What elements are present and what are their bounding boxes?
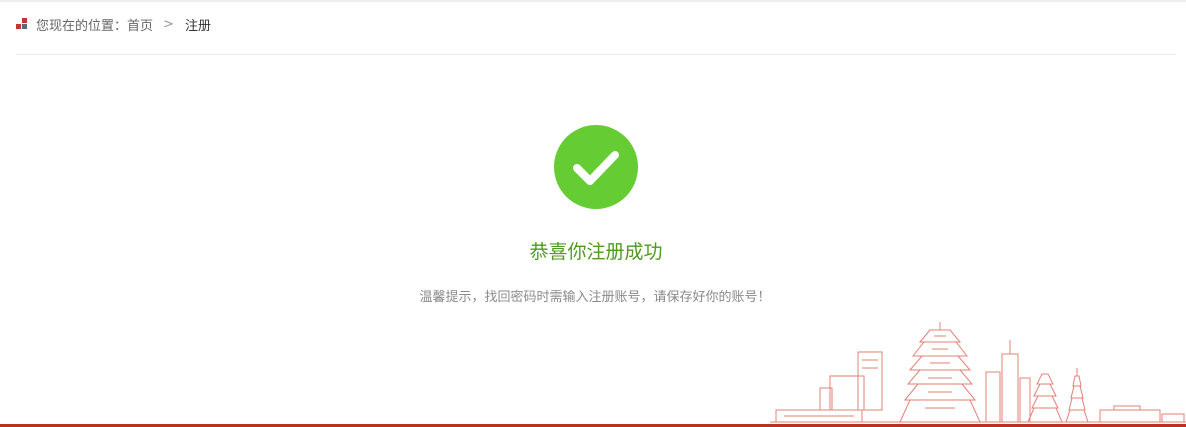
city-skyline-illustration bbox=[770, 322, 1186, 423]
check-circle-icon bbox=[554, 125, 638, 209]
location-icon bbox=[16, 18, 27, 29]
breadcrumb-current: 注册 bbox=[184, 18, 211, 34]
breadcrumb-prefix: 您现在的位置： bbox=[36, 18, 128, 34]
breadcrumb-separator: > bbox=[163, 16, 174, 32]
top-border bbox=[0, 0, 1186, 2]
success-tip: 温馨提示，找回密码时需输入注册账号，请保存好你的账号！ bbox=[419, 290, 771, 305]
breadcrumb-home-link[interactable]: 首页 bbox=[127, 15, 153, 34]
success-title: 恭喜你注册成功 bbox=[529, 241, 663, 263]
header-divider bbox=[16, 54, 1176, 55]
breadcrumb: 您现在的位置： 首页 > 注册 bbox=[16, 14, 211, 34]
